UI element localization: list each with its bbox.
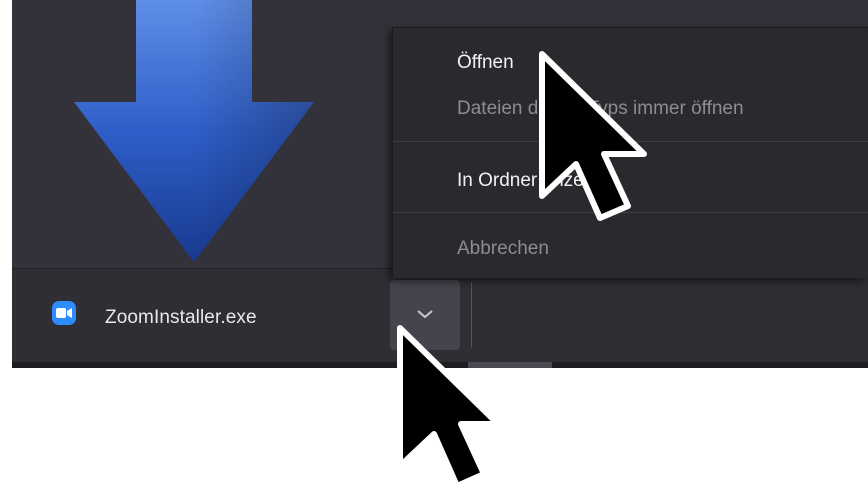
mouse-pointer-icon xyxy=(539,51,647,221)
download-file-name: ZoomInstaller.exe xyxy=(105,307,257,328)
menu-item-open[interactable]: Öffnen xyxy=(457,52,514,74)
download-arrow-icon xyxy=(74,0,314,262)
mouse-pointer-icon xyxy=(397,325,501,489)
screenshot-stage: ZoomInstaller.exe Öffnen Dateien dieses … xyxy=(0,0,868,495)
zoom-video-icon xyxy=(52,301,76,325)
chevron-down-icon xyxy=(417,310,433,319)
download-item[interactable]: ZoomInstaller.exe xyxy=(42,290,382,346)
menu-item-cancel: Abbrechen xyxy=(457,238,549,259)
